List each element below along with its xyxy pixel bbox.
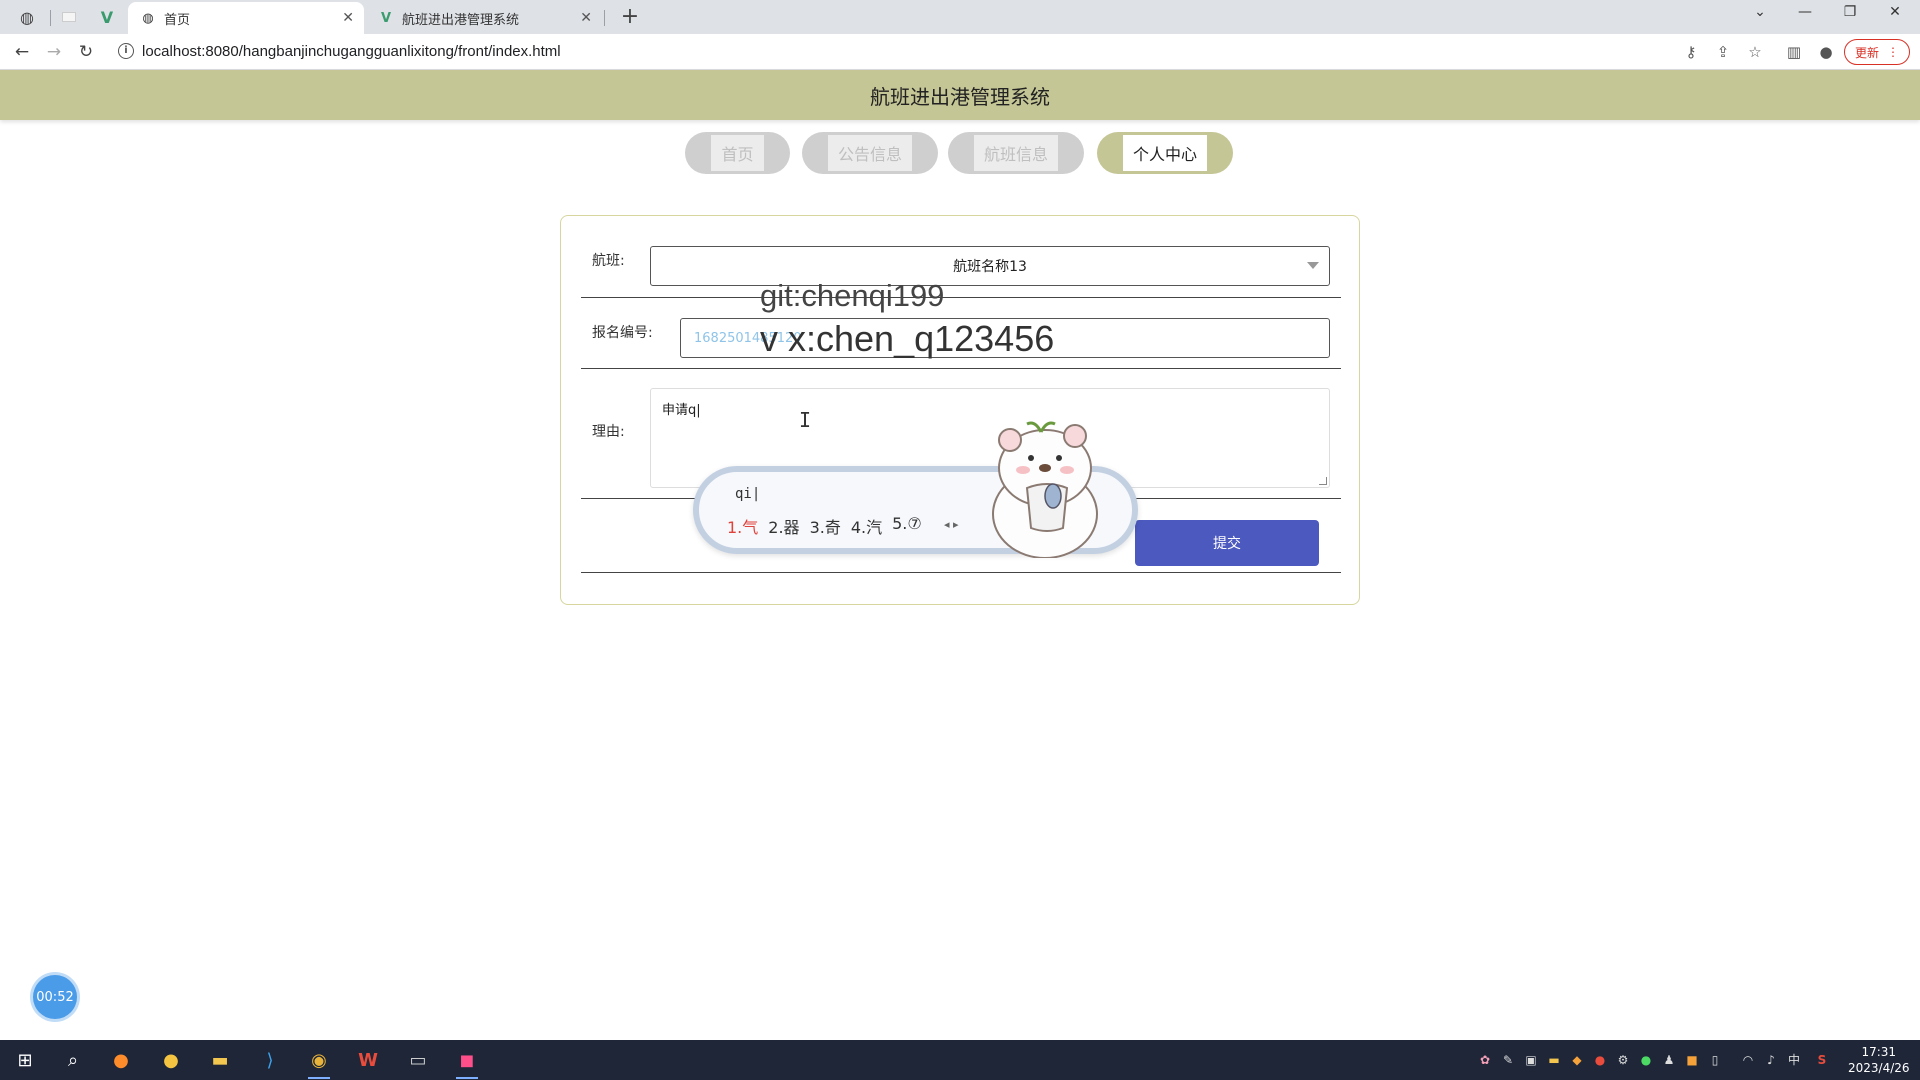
- tab-search-icon[interactable]: ⌄: [1740, 4, 1780, 20]
- flight-selected-value: 航班名称13: [953, 259, 1027, 275]
- pinned-tab-globe-icon[interactable]: ◍: [8, 4, 46, 30]
- tray-app-icon[interactable]: ■: [1684, 1052, 1700, 1068]
- nav-label: 公告信息: [827, 135, 912, 171]
- close-window-button[interactable]: ✕: [1875, 4, 1915, 20]
- reload-icon[interactable]: ↻: [74, 40, 98, 64]
- address-bar: ← → ↻ i localhost:8080/hangbanjinchugang…: [0, 34, 1920, 70]
- share-icon[interactable]: ⇪: [1712, 41, 1734, 63]
- resize-handle-icon[interactable]: [1319, 477, 1327, 485]
- windows-start-icon[interactable]: ⊞: [10, 1046, 40, 1074]
- vue-icon: V: [380, 10, 392, 26]
- page-title: 航班进出港管理系统: [870, 84, 1050, 109]
- nav-announcements[interactable]: 公告信息: [802, 132, 938, 174]
- back-icon[interactable]: ←: [10, 40, 34, 64]
- search-icon[interactable]: ⌕: [58, 1046, 88, 1074]
- site-info-icon[interactable]: i: [118, 43, 134, 59]
- app-icon[interactable]: ●: [156, 1046, 186, 1074]
- update-label: 更新: [1854, 45, 1879, 60]
- submit-button[interactable]: 提交: [1135, 520, 1319, 566]
- tab-title: 首页: [164, 12, 191, 28]
- tray-app-icon[interactable]: ▣: [1523, 1052, 1539, 1068]
- divider: [581, 368, 1341, 369]
- ime-candidate[interactable]: 4.汽: [851, 514, 882, 538]
- divider: [581, 572, 1341, 573]
- clock-date: 2023/4/26: [1848, 1061, 1910, 1075]
- pinned-tab-blank-icon[interactable]: [50, 4, 88, 30]
- reason-value: 申请q|: [662, 403, 701, 418]
- clock-time: 17:31: [1861, 1045, 1897, 1059]
- ime-candidate[interactable]: 1.气: [727, 514, 758, 538]
- globe-icon: ◍: [142, 10, 154, 26]
- ime-candidate-list: 1.气 2.器 3.奇 4.汽 5.⑦: [727, 514, 922, 538]
- menu-dots-icon: ⋮: [1887, 45, 1899, 59]
- tab-home[interactable]: ◍ 首页 ✕: [128, 2, 364, 34]
- url-field[interactable]: localhost:8080/hangbanjinchugangguanlixi…: [142, 43, 561, 60]
- watermark-wechat: v x:chen_q123456: [760, 318, 1055, 359]
- browser-tab-strip: ◍ V ◍ 首页 ✕ V 航班进出港管理系统 ✕ + ⌄ — ❐ ✕: [0, 0, 1920, 34]
- clock[interactable]: 17:31 2023/4/26: [1848, 1044, 1910, 1076]
- text-cursor-icon: I: [799, 408, 812, 432]
- new-tab-button[interactable]: +: [616, 4, 644, 32]
- side-panel-icon[interactable]: ▥: [1783, 41, 1805, 63]
- ime-mascot-icon: [992, 421, 1098, 558]
- vscode-icon[interactable]: ⟩: [255, 1046, 285, 1074]
- tray-app-icon[interactable]: ✿: [1477, 1052, 1493, 1068]
- restore-button[interactable]: ❐: [1830, 4, 1870, 20]
- nav-label: 航班信息: [973, 135, 1058, 171]
- ime-composition: qi|: [735, 486, 761, 502]
- forward-icon[interactable]: →: [42, 40, 66, 64]
- ime-page-arrows-icon[interactable]: ◂ ▸: [944, 518, 959, 531]
- ime-candidate[interactable]: 3.奇: [810, 514, 841, 538]
- wifi-icon[interactable]: ◠: [1740, 1052, 1756, 1068]
- update-button[interactable]: 更新 ⋮: [1844, 39, 1910, 65]
- close-tab-icon[interactable]: ✕: [342, 10, 354, 26]
- flight-label: 航班:: [592, 253, 625, 269]
- volume-icon[interactable]: ♪: [1763, 1052, 1779, 1068]
- sogou-icon[interactable]: S: [1814, 1052, 1830, 1068]
- wps-icon[interactable]: W: [353, 1046, 383, 1074]
- minimize-button[interactable]: —: [1785, 4, 1825, 20]
- bookmark-star-icon[interactable]: ☆: [1744, 41, 1766, 63]
- tab-separator: [604, 10, 605, 26]
- tray-folder-icon[interactable]: ▬: [1546, 1052, 1562, 1068]
- usb-icon[interactable]: ▯: [1707, 1052, 1723, 1068]
- profile-icon[interactable]: ●: [1815, 41, 1837, 63]
- flight-select[interactable]: 航班名称13: [650, 246, 1330, 286]
- nav-label: 首页: [711, 135, 764, 171]
- tray-app-icon[interactable]: ✎: [1500, 1052, 1516, 1068]
- submit-label: 提交: [1213, 536, 1241, 552]
- close-tab-icon[interactable]: ✕: [580, 10, 592, 26]
- recording-timer[interactable]: 00:52: [33, 975, 77, 1019]
- chevron-down-icon: [1307, 262, 1319, 269]
- file-explorer-icon[interactable]: ▬: [205, 1046, 235, 1074]
- nav-flights[interactable]: 航班信息: [948, 132, 1084, 174]
- reason-label: 理由:: [592, 424, 625, 440]
- ime-indicator[interactable]: 中: [1786, 1052, 1802, 1068]
- page-title-bar: 航班进出港管理系统: [0, 70, 1920, 120]
- wechat-icon[interactable]: ●: [1638, 1052, 1654, 1068]
- tab-flight-system[interactable]: V 航班进出港管理系统 ✕: [366, 2, 602, 34]
- terminal-icon[interactable]: ▭: [403, 1046, 433, 1074]
- key-icon[interactable]: ⚷: [1680, 41, 1702, 63]
- chrome-icon[interactable]: ◉: [304, 1046, 334, 1079]
- intellij-icon[interactable]: ◼: [452, 1046, 482, 1079]
- registration-number-label: 报名编号:: [592, 325, 653, 341]
- taskbar: ⊞ ⌕ ● ● ▬ ⟩ ◉ W ▭ ◼ ✿ ✎ ▣ ▬ ◆ ● ⚙ ● ♟ ■ …: [0, 1040, 1920, 1080]
- tray-app-icon[interactable]: ⚙: [1615, 1052, 1631, 1068]
- pinned-tab-vue-icon[interactable]: V: [88, 4, 126, 30]
- nav-label: 个人中心: [1122, 135, 1207, 171]
- ime-candidate[interactable]: 2.器: [768, 514, 799, 538]
- nav-home[interactable]: 首页: [685, 132, 790, 174]
- ime-candidate[interactable]: 5.⑦: [892, 514, 922, 538]
- qq-icon[interactable]: ♟: [1661, 1052, 1677, 1068]
- watermark-git: git:chenqi199: [760, 278, 945, 313]
- firefox-icon[interactable]: ●: [106, 1046, 136, 1074]
- tray-shield-icon[interactable]: ◆: [1569, 1052, 1585, 1068]
- divider: [581, 297, 1341, 298]
- tab-title: 航班进出港管理系统: [402, 12, 520, 28]
- tray-app-icon[interactable]: ●: [1592, 1052, 1608, 1068]
- nav-personal-center[interactable]: 个人中心: [1097, 132, 1233, 174]
